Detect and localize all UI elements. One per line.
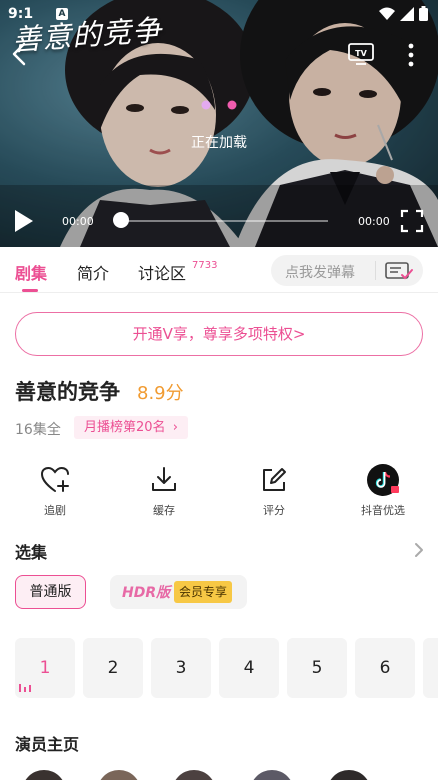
back-icon[interactable] xyxy=(6,36,34,72)
video-player[interactable]: 9:1 A 善意的竞争 TV 正在加载 00:00 00:00 xyxy=(0,0,438,247)
progress-knob[interactable] xyxy=(113,212,129,228)
download-icon xyxy=(152,467,176,491)
danmaku-divider xyxy=(375,261,376,280)
status-icons xyxy=(379,6,428,21)
rate-label: 评分 xyxy=(263,504,285,517)
douyin-button[interactable]: 抖音优选 xyxy=(348,464,418,518)
douyin-icon xyxy=(367,464,399,496)
cast-avatar[interactable] xyxy=(250,770,294,780)
cast-avatar[interactable] xyxy=(22,770,66,780)
cast-avatar[interactable] xyxy=(172,770,216,780)
episode-number: 3 xyxy=(175,658,187,678)
loading-spinner xyxy=(201,100,237,110)
episode-item[interactable]: 4 xyxy=(219,638,279,698)
cast-avatar[interactable] xyxy=(327,770,371,780)
heart-plus-icon xyxy=(40,466,69,492)
episode-number: 1 xyxy=(39,658,51,678)
danmaku-placeholder: 点我发弹幕 xyxy=(285,265,355,281)
episode-count: 16集全 xyxy=(15,422,61,438)
loading-text: 正在加载 xyxy=(191,135,247,151)
episode-number: 4 xyxy=(243,658,255,678)
download-label: 缓存 xyxy=(153,504,175,517)
episode-item[interactable]: 6 xyxy=(355,638,415,698)
rate-button[interactable]: 评分 xyxy=(239,464,309,518)
episodes-section-title: 选集 xyxy=(15,543,48,562)
progress-track[interactable] xyxy=(120,220,328,222)
chevron-right-icon: › xyxy=(172,420,178,435)
more-icon[interactable] xyxy=(402,42,420,68)
episode-number: 5 xyxy=(311,658,323,678)
wifi-icon xyxy=(379,7,395,20)
episode-item[interactable]: 5 xyxy=(287,638,347,698)
tab-active-indicator xyxy=(22,289,38,292)
episode-item[interactable]: 1 xyxy=(15,638,75,698)
episode-number: 6 xyxy=(379,658,391,678)
episode-number: 2 xyxy=(107,658,119,678)
signal-icon xyxy=(400,6,414,21)
danmaku-settings-icon[interactable] xyxy=(383,259,415,283)
chevron-right-icon[interactable] xyxy=(412,541,426,559)
download-button[interactable]: 缓存 xyxy=(129,464,199,518)
current-time: 00:00 xyxy=(62,215,94,228)
episode-list: 1 2 3 4 5 6 xyxy=(15,638,438,698)
show-score: 8.9分 xyxy=(137,383,184,404)
tv-cast-icon[interactable]: TV xyxy=(348,43,374,65)
svg-text:TV: TV xyxy=(355,49,367,58)
battery-icon xyxy=(419,6,428,21)
episode-item[interactable]: 2 xyxy=(83,638,143,698)
version-hdr-button[interactable]: HDR版 会员专享 xyxy=(110,575,247,609)
discussion-count: 7733 xyxy=(192,260,218,271)
play-icon[interactable] xyxy=(10,208,36,234)
tab-synopsis[interactable]: 简介 xyxy=(77,260,109,284)
version-standard-button[interactable]: 普通版 xyxy=(15,575,86,609)
danmaku-input[interactable]: 点我发弹幕 xyxy=(271,255,423,286)
tab-episodes[interactable]: 剧集 xyxy=(15,260,47,284)
edit-icon xyxy=(263,468,286,491)
playing-icon xyxy=(19,684,31,692)
rank-badge[interactable]: 月播榜第20名 › xyxy=(74,416,188,439)
rank-text: 月播榜第20名 xyxy=(84,420,166,435)
follow-label: 追剧 xyxy=(44,504,66,517)
total-time: 00:00 xyxy=(358,215,390,228)
member-only-badge: 会员专享 xyxy=(174,581,233,603)
fullscreen-icon[interactable] xyxy=(400,209,424,233)
episode-item-partial[interactable] xyxy=(423,638,438,698)
follow-button[interactable]: 追剧 xyxy=(20,464,90,518)
episode-item[interactable]: 3 xyxy=(151,638,211,698)
app-root: 9:1 A 善意的竞争 TV 正在加载 00:00 00:00 剧集 简介 讨论… xyxy=(0,0,438,780)
show-title: 善意的竞争 xyxy=(15,380,120,404)
vip-banner[interactable]: 开通V享，尊享多项特权> xyxy=(15,312,423,356)
tab-bar: 剧集 简介 讨论区 7733 点我发弹幕 xyxy=(0,247,438,293)
douyin-label: 抖音优选 xyxy=(361,504,405,517)
hdr-label: HDR版 xyxy=(122,585,171,601)
cast-avatar[interactable] xyxy=(97,770,141,780)
cast-section-title: 演员主页 xyxy=(15,735,80,754)
tab-discussion[interactable]: 讨论区 xyxy=(138,260,186,284)
